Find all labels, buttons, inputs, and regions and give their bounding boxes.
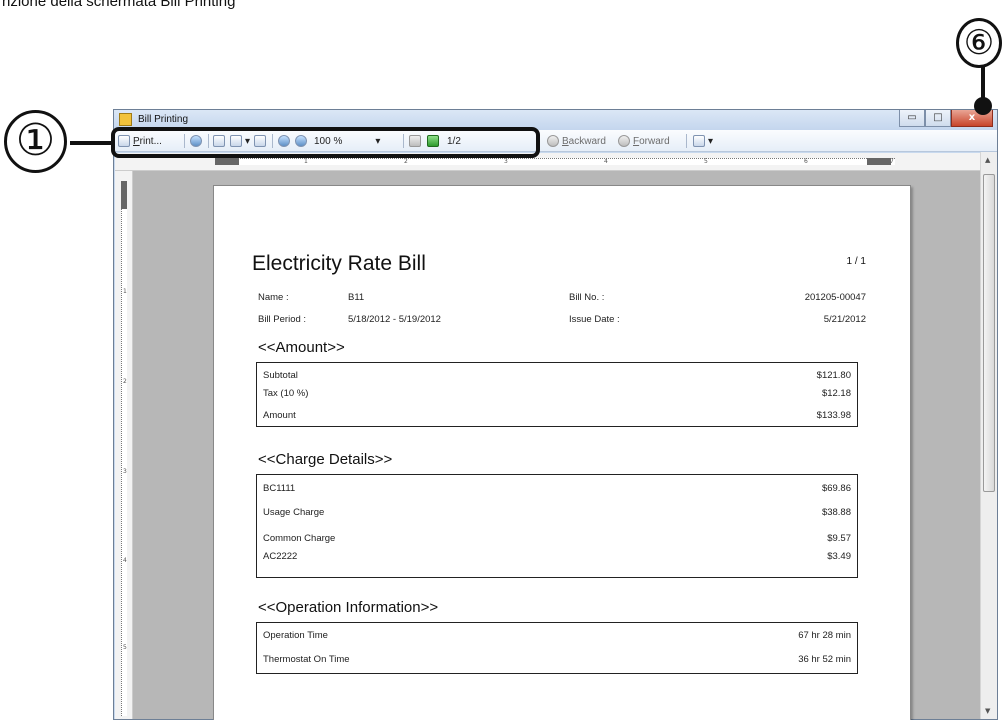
row-value: $38.88 (821, 507, 851, 518)
ruler-margin-right (867, 158, 891, 165)
scroll-up-icon[interactable]: ▲ (985, 156, 990, 164)
table-row: Operation Time 67 hr 28 min (263, 630, 851, 642)
table-row: Thermostat On Time 36 hr 52 min (263, 654, 851, 666)
row-label: Thermostat On Time (263, 654, 350, 665)
ruler-number: 2 (404, 158, 408, 165)
amount-table: Subtotal $121.80 Tax (10 %) $12.18 Amount $… (256, 362, 858, 427)
vertical-ruler: 1 2 3 4 5 (115, 171, 133, 719)
dropdown-arrow-icon: ▾ (708, 135, 714, 147)
minimize-button[interactable]: ▭ (899, 110, 925, 127)
toolbar-highlight (111, 127, 540, 158)
row-value: $9.57 (827, 533, 851, 544)
row-value: $3.49 (827, 551, 851, 562)
row-label: Amount (263, 410, 296, 421)
row-value: $69.86 (821, 483, 851, 494)
ruler-margin-top (121, 181, 127, 209)
ruler-number: 3 (504, 158, 508, 165)
ruler-number: 5 (704, 158, 708, 165)
backward-button[interactable]: Backward (547, 134, 606, 148)
forward-icon (618, 135, 630, 147)
vertical-scrollbar[interactable]: ▲ ▼ (980, 152, 997, 719)
toolbar-separator (686, 134, 687, 148)
table-row: Tax (10 %) $12.18 (263, 388, 851, 400)
table-row: Common Charge $9.57 (263, 533, 851, 545)
table-row: AC2222 $3.49 (263, 551, 851, 563)
annotation-button[interactable]: ▾ (693, 134, 713, 148)
ruler-margin-left (215, 158, 239, 165)
name-value: B11 (348, 292, 365, 303)
ruler-number: 7 (890, 158, 894, 165)
screen: nzione della schermata Bill Printing ⑥ B… (0, 0, 1002, 720)
row-value: $121.80 (816, 370, 851, 381)
page-caption: nzione della schermata Bill Printing (2, 0, 236, 10)
row-label: Common Charge (263, 533, 336, 544)
forward-button[interactable]: Forward (618, 134, 670, 148)
scroll-down-icon[interactable]: ▼ (985, 707, 990, 715)
bill-no-value: 201205-00047 (804, 292, 866, 303)
bill-page: Electricity Rate Bill 1 / 1 Name : B11 B… (213, 185, 911, 720)
table-row: Amount $133.98 (263, 410, 851, 422)
row-label: Operation Time (263, 630, 328, 641)
operation-info-heading: <<Operation Information>> (258, 599, 439, 616)
row-label: AC2222 (263, 551, 298, 562)
table-row: Usage Charge $38.88 (263, 507, 851, 519)
page-count: 1 / 1 (846, 256, 866, 267)
row-label: Subtotal (263, 370, 298, 381)
row-value: $12.18 (821, 388, 851, 399)
forward-label: Forward (633, 135, 670, 147)
ruler-number: 4 (123, 557, 127, 564)
callout-6: ⑥ (956, 18, 1002, 68)
callout-1-line (70, 141, 113, 145)
bill-title: Electricity Rate Bill (252, 252, 426, 275)
ruler-number: 5 (123, 644, 127, 651)
row-label: Usage Charge (263, 507, 325, 518)
app-icon (119, 113, 132, 126)
backward-label: Backward (562, 135, 606, 147)
issue-date-value: 5/21/2012 (823, 314, 866, 325)
bill-period-value: 5/18/2012 - 5/19/2012 (348, 314, 441, 325)
row-value: 67 hr 28 min (798, 630, 851, 641)
maximize-button[interactable]: □ (925, 110, 951, 127)
backward-icon (547, 135, 559, 147)
charge-details-heading: <<Charge Details>> (258, 451, 393, 468)
ruler-number: 4 (604, 158, 608, 165)
issue-date-label: Issue Date : (569, 314, 620, 325)
ruler-number: 1 (123, 288, 127, 295)
table-row: BC1111 $69.86 (263, 483, 851, 495)
callout-6-dot (974, 97, 992, 115)
ruler-number: 6 (804, 158, 808, 165)
row-label: BC1111 (263, 483, 296, 494)
ruler-band (121, 181, 127, 716)
callout-1: ① (4, 110, 67, 173)
bill-period-label: Bill Period : (258, 314, 307, 325)
ruler-number: 3 (123, 468, 127, 475)
row-label: Tax (10 %) (263, 388, 309, 399)
scrollbar-thumb[interactable] (983, 174, 995, 492)
row-value: 36 hr 52 min (798, 654, 851, 665)
bill-no-label: Bill No. : (569, 292, 605, 303)
charge-details-table: BC1111 $69.86 Usage Charge $38.88 Common C… (256, 474, 858, 578)
window-title: Bill Printing (138, 114, 189, 125)
bill-printing-window: Bill Printing ▭ □ x Print... ▾ 100 % ▾ 1… (113, 109, 998, 720)
operation-info-table: Operation Time 67 hr 28 min Thermostat On… (256, 622, 858, 674)
ruler-number: 1 (304, 158, 308, 165)
pen-icon (693, 135, 705, 147)
name-label: Name : (258, 292, 289, 303)
amount-heading: <<Amount>> (258, 339, 345, 356)
ruler-band (215, 158, 895, 165)
table-row: Subtotal $121.80 (263, 370, 851, 382)
row-value: $133.98 (816, 410, 851, 421)
ruler-number: 2 (123, 378, 127, 385)
preview-area[interactable]: 1 2 3 4 5 6 7 1 2 3 4 5 Electricity Rate… (115, 153, 981, 720)
